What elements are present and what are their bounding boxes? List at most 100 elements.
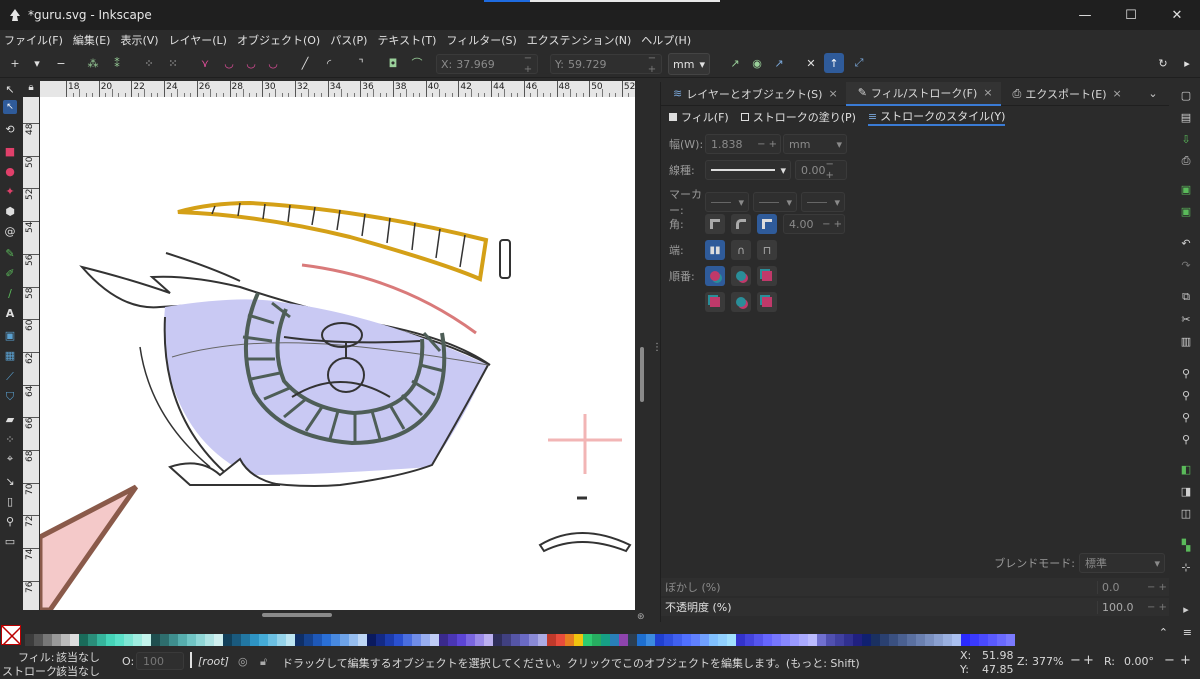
menu-filters[interactable]: フィルター(S) xyxy=(446,32,516,48)
square-cap-icon[interactable]: ⊓ xyxy=(757,240,777,260)
spiral-tool-icon[interactable]: @ xyxy=(3,224,17,238)
order-fill-stroke-markers-icon[interactable] xyxy=(705,266,725,286)
menu-path[interactable]: パス(P) xyxy=(330,32,367,48)
ellipse-tool-icon[interactable]: ● xyxy=(3,164,17,178)
color-swatch[interactable] xyxy=(385,634,394,646)
zoom-drawing-icon[interactable]: ⚲ xyxy=(1179,388,1193,402)
color-swatch[interactable] xyxy=(403,634,412,646)
color-swatch[interactable] xyxy=(25,634,34,646)
color-swatch[interactable] xyxy=(781,634,790,646)
color-swatch[interactable] xyxy=(169,634,178,646)
horizontal-ruler[interactable]: 182022242628303234363840424446485052 xyxy=(40,81,635,97)
color-manage-icon[interactable]: ⊛ xyxy=(637,612,645,622)
color-swatch[interactable] xyxy=(160,634,169,646)
order-markers-stroke-fill-icon[interactable] xyxy=(757,292,777,312)
lock-guides-icon[interactable]: 🔒︎ xyxy=(24,82,38,96)
color-swatch[interactable] xyxy=(205,634,214,646)
color-swatch[interactable] xyxy=(907,634,916,646)
menu-help[interactable]: ヘルプ(H) xyxy=(641,32,691,48)
color-swatch[interactable] xyxy=(241,634,250,646)
color-swatch[interactable] xyxy=(565,634,574,646)
color-swatch[interactable] xyxy=(709,634,718,646)
group-icon[interactable]: ▚ xyxy=(1179,538,1193,552)
to-path-icon[interactable]: ⌝ xyxy=(354,56,368,70)
color-swatch[interactable] xyxy=(736,634,745,646)
palette-scroll-up-icon[interactable]: ⌃ xyxy=(1159,626,1168,639)
color-swatch[interactable] xyxy=(889,634,898,646)
menu-layer[interactable]: レイヤー(L) xyxy=(169,32,227,48)
vscroll-thumb[interactable] xyxy=(640,347,644,402)
drawing-canvas[interactable] xyxy=(40,97,635,610)
color-swatch[interactable] xyxy=(1006,634,1015,646)
show-transform-handles-icon[interactable]: ↗ xyxy=(728,56,742,70)
order-fill-markers-stroke-icon[interactable] xyxy=(757,266,777,286)
color-swatch[interactable] xyxy=(331,634,340,646)
eye-drawing[interactable] xyxy=(40,97,635,610)
color-swatch[interactable] xyxy=(223,634,232,646)
color-swatch[interactable] xyxy=(142,634,151,646)
order-stroke-markers-fill-icon[interactable] xyxy=(731,292,751,312)
color-swatch[interactable] xyxy=(250,634,259,646)
unlink-clone-icon[interactable]: ◫ xyxy=(1179,506,1193,520)
marker-end-select[interactable]: ▾ xyxy=(801,192,845,212)
y-coordinate-field[interactable]: Y: 59.729 − + xyxy=(550,54,662,74)
rotation-value[interactable]: 0.00° xyxy=(1124,655,1154,668)
color-swatch[interactable] xyxy=(178,634,187,646)
show-bbox-icon[interactable]: ✕ xyxy=(804,56,818,70)
vertical-ruler[interactable]: 48505254565860626466687072747678 xyxy=(23,97,39,610)
measure-tool-icon[interactable]: ▭ xyxy=(3,534,17,548)
lpe-tool-icon[interactable]: ⌖ xyxy=(3,452,17,466)
color-swatch[interactable] xyxy=(448,634,457,646)
menu-object[interactable]: オブジェクト(O) xyxy=(237,32,320,48)
color-swatch[interactable] xyxy=(34,634,43,646)
color-swatch[interactable] xyxy=(61,634,70,646)
panel-menu-icon[interactable]: ⌄ xyxy=(1145,87,1161,101)
import-icon[interactable]: ▣ xyxy=(1179,182,1193,196)
color-swatch[interactable] xyxy=(916,634,925,646)
zoom-value[interactable]: 377% xyxy=(1032,655,1063,668)
order-markers-fill-stroke-icon[interactable] xyxy=(705,292,725,312)
close-tab-icon[interactable]: × xyxy=(828,87,837,100)
file-save-icon[interactable]: ⇩ xyxy=(1179,132,1193,146)
dash-offset-input[interactable]: 0.00− + xyxy=(795,160,847,180)
print-icon[interactable]: ⎙ xyxy=(1179,154,1193,168)
color-swatch[interactable] xyxy=(475,634,484,646)
pencil-tool-icon[interactable]: ✐ xyxy=(3,266,17,280)
zoom-out-icon[interactable]: − xyxy=(1070,653,1081,668)
line-segment-icon[interactable]: ╱ xyxy=(298,56,312,70)
color-swatch[interactable] xyxy=(556,634,565,646)
x-stepper[interactable]: − + xyxy=(519,53,537,75)
hair-tip-shape[interactable] xyxy=(40,487,136,610)
menu-view[interactable]: 表示(V) xyxy=(120,32,158,48)
color-swatch[interactable] xyxy=(520,634,529,646)
color-swatch[interactable] xyxy=(637,634,646,646)
color-swatch[interactable] xyxy=(664,634,673,646)
ungroup-icon[interactable]: ⊹ xyxy=(1179,560,1193,574)
color-swatch[interactable] xyxy=(547,634,556,646)
color-swatch[interactable] xyxy=(835,634,844,646)
color-swatch[interactable] xyxy=(952,634,961,646)
undo-icon[interactable]: ↶ xyxy=(1179,236,1193,250)
eyebrow-shape[interactable] xyxy=(178,203,486,279)
color-swatch[interactable] xyxy=(844,634,853,646)
dropdown-icon[interactable]: ▾ xyxy=(30,56,44,70)
color-swatch[interactable] xyxy=(988,634,997,646)
paste-icon[interactable]: ▥ xyxy=(1179,334,1193,348)
export-icon[interactable]: ▣ xyxy=(1179,204,1193,218)
palette-swatches[interactable] xyxy=(25,634,1015,646)
rect-tool-icon[interactable]: ■ xyxy=(3,144,17,158)
color-swatch[interactable] xyxy=(529,634,538,646)
color-swatch[interactable] xyxy=(412,634,421,646)
color-swatch[interactable] xyxy=(115,634,124,646)
rotate-cw-icon[interactable]: + xyxy=(1180,653,1191,668)
close-tab-icon[interactable]: × xyxy=(1113,87,1122,100)
file-open-icon[interactable]: ▤ xyxy=(1179,110,1193,124)
color-swatch[interactable] xyxy=(394,634,403,646)
color-swatch[interactable] xyxy=(70,634,79,646)
dash-select[interactable]: ▾ xyxy=(705,160,791,180)
subtab-stroke-style[interactable]: ≡ストロークのスタイル(Y) xyxy=(868,108,1006,126)
blur-row[interactable]: ぼかし (%) 0.0 − + xyxy=(661,578,1169,596)
close-icon[interactable]: ✕ xyxy=(1154,0,1200,30)
maximize-icon[interactable]: ☐ xyxy=(1108,0,1154,30)
unit-select[interactable]: mm▾ xyxy=(668,53,710,75)
